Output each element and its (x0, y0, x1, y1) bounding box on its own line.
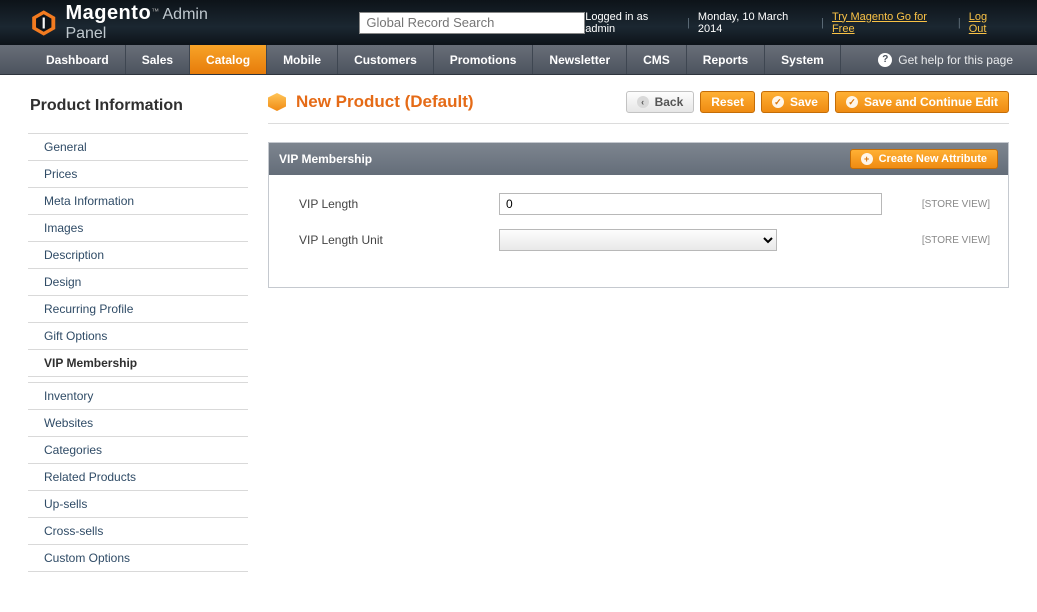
tab-websites[interactable]: Websites (28, 410, 248, 437)
sep: | (687, 17, 690, 29)
tab-gift-options[interactable]: Gift Options (28, 323, 248, 350)
reset-label: Reset (711, 95, 744, 109)
sidebar-group-2: Inventory Websites Categories Related Pr… (28, 383, 248, 572)
vip-length-label: VIP Length (299, 197, 499, 211)
check-icon: ✓ (772, 96, 784, 108)
tab-general[interactable]: General (28, 134, 248, 161)
brand-name: Magento (65, 2, 151, 24)
try-magento-link[interactable]: Try Magento Go for Free (832, 11, 950, 35)
vip-length-input[interactable] (499, 193, 882, 215)
check-icon: ✓ (846, 96, 858, 108)
brand-tm: ™ (151, 7, 159, 16)
nav-customers[interactable]: Customers (338, 45, 434, 74)
vip-length-unit-label: VIP Length Unit (299, 233, 499, 247)
vip-length-unit-scope: [STORE VIEW] (896, 235, 990, 246)
back-label: Back (655, 95, 684, 109)
sidebar-title: Product Information (28, 91, 248, 127)
save-label: Save (790, 95, 818, 109)
plus-icon: + (861, 153, 873, 165)
global-search-input[interactable] (359, 12, 585, 34)
header-top-links: Logged in as admin | Monday, 10 March 20… (585, 11, 1007, 35)
nav-newsletter[interactable]: Newsletter (533, 45, 627, 74)
save-button[interactable]: ✓ Save (761, 91, 829, 113)
vip-length-unit-select[interactable] (499, 229, 777, 251)
tab-prices[interactable]: Prices (28, 161, 248, 188)
tab-meta-info[interactable]: Meta Information (28, 188, 248, 215)
nav-help-label: Get help for this page (898, 53, 1013, 67)
help-icon: ? (878, 53, 892, 67)
product-icon (268, 93, 286, 111)
row-vip-length: VIP Length [STORE VIEW] (299, 193, 990, 215)
create-attribute-label: Create New Attribute (879, 153, 987, 165)
main-nav: Dashboard Sales Catalog Mobile Customers… (0, 45, 1037, 75)
tab-vip-membership[interactable]: VIP Membership (28, 350, 248, 377)
save-continue-label: Save and Continue Edit (864, 95, 998, 109)
nav-mobile[interactable]: Mobile (267, 45, 338, 74)
nav-reports[interactable]: Reports (687, 45, 765, 74)
tab-categories[interactable]: Categories (28, 437, 248, 464)
row-vip-length-unit: VIP Length Unit [STORE VIEW] (299, 229, 990, 251)
titlebar: New Product (Default) ‹ Back Reset ✓ Sav… (268, 91, 1009, 124)
tab-related-products[interactable]: Related Products (28, 464, 248, 491)
section-body: VIP Length [STORE VIEW] VIP Length Unit … (269, 175, 1008, 287)
main-column: New Product (Default) ‹ Back Reset ✓ Sav… (268, 91, 1009, 288)
magento-icon (30, 9, 57, 37)
logout-link[interactable]: Log Out (969, 11, 1007, 35)
header-date: Monday, 10 March 2014 (698, 11, 813, 35)
sep: | (821, 17, 824, 29)
nav-system[interactable]: System (765, 45, 841, 74)
section-header: VIP Membership + Create New Attribute (269, 143, 1008, 175)
page-body: Product Information General Prices Meta … (0, 75, 1037, 612)
tab-description[interactable]: Description (28, 242, 248, 269)
page-title: New Product (Default) (296, 92, 474, 112)
create-attribute-button[interactable]: + Create New Attribute (850, 149, 998, 169)
nav-promotions[interactable]: Promotions (434, 45, 534, 74)
tab-crosssells[interactable]: Cross-sells (28, 518, 248, 545)
nav-sales[interactable]: Sales (126, 45, 190, 74)
section-title: VIP Membership (279, 152, 372, 166)
product-info-sidebar: Product Information General Prices Meta … (28, 91, 248, 572)
tab-images[interactable]: Images (28, 215, 248, 242)
vip-length-scope: [STORE VIEW] (896, 199, 990, 210)
reset-button[interactable]: Reset (700, 91, 755, 113)
back-icon: ‹ (637, 96, 649, 108)
title-actions: ‹ Back Reset ✓ Save ✓ Save and Continue … (626, 91, 1009, 113)
tab-design[interactable]: Design (28, 269, 248, 296)
back-button[interactable]: ‹ Back (626, 91, 695, 113)
save-continue-button[interactable]: ✓ Save and Continue Edit (835, 91, 1009, 113)
sep: | (958, 17, 961, 29)
vip-membership-section: VIP Membership + Create New Attribute VI… (268, 142, 1009, 288)
tab-inventory[interactable]: Inventory (28, 383, 248, 410)
tab-custom-options[interactable]: Custom Options (28, 545, 248, 572)
sidebar-group-1: General Prices Meta Information Images D… (28, 133, 248, 377)
admin-header: Magento™ Admin Panel Logged in as admin … (0, 0, 1037, 45)
nav-catalog[interactable]: Catalog (190, 45, 267, 74)
magento-logo: Magento™ Admin Panel (30, 2, 249, 43)
nav-dashboard[interactable]: Dashboard (30, 45, 126, 74)
tab-recurring-profile[interactable]: Recurring Profile (28, 296, 248, 323)
nav-cms[interactable]: CMS (627, 45, 687, 74)
nav-help-link[interactable]: ? Get help for this page (878, 45, 1013, 74)
logged-in-text: Logged in as admin (585, 11, 679, 35)
tab-upsells[interactable]: Up-sells (28, 491, 248, 518)
